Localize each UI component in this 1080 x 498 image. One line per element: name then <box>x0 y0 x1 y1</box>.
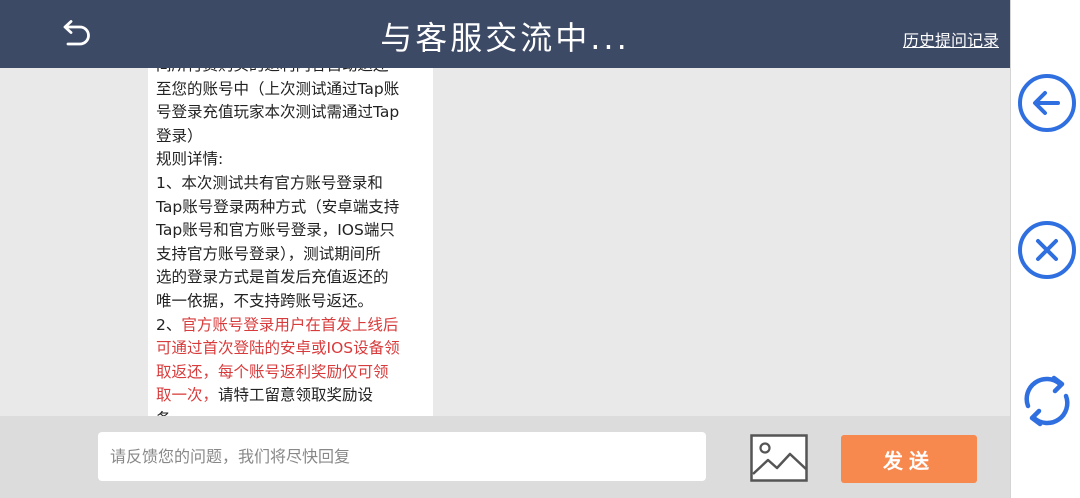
image-upload-button[interactable] <box>750 434 808 482</box>
message-line: 号登录充值玩家本次测试需通过Tap <box>156 103 400 122</box>
close-circle-icon <box>1018 221 1076 279</box>
message-line: Tap账号和官方账号登录，IOS端只 <box>156 221 395 240</box>
message-line: 唯一依据，不支持跨账号返还。 <box>156 291 374 310</box>
chat-message-list[interactable]: 间所付费购买的返利内容自动返还 至您的账号中（上次测试通过Tap账 号登录充值玩… <box>0 68 1010 416</box>
page-title: 与客服交流中... <box>380 19 630 57</box>
side-refresh-button[interactable] <box>1016 370 1078 432</box>
message-line: 至您的账号中（上次测试通过Tap账 <box>156 79 400 98</box>
side-close-button[interactable] <box>1016 219 1078 281</box>
message-text: 请特工留意领取奖励设 <box>218 386 374 405</box>
message-line: Tap账号登录两种方式（安卓端支持 <box>156 197 400 216</box>
message-line: 1、本次测试共有官方账号登录和 <box>156 173 383 192</box>
message-line: 备。 <box>156 408 425 416</box>
side-toolbar <box>1010 0 1080 498</box>
highlight-text: 取返还，每个账号返利奖励仅可领 <box>156 362 389 381</box>
highlight-text: 官方账号登录用户在首发上线后 <box>181 315 399 334</box>
feedback-input[interactable] <box>98 432 706 481</box>
history-records-link[interactable]: 历史提问记录 <box>903 30 999 52</box>
input-bar: 发送 <box>0 416 1010 498</box>
refresh-icon <box>1024 375 1070 427</box>
message-line: 2、官方账号登录用户在首发上线后 <box>156 314 425 338</box>
image-icon <box>750 434 808 482</box>
message-line: 选的登录方式是首发后充值返还的 <box>156 268 389 287</box>
chat-screen: 与客服交流中... 历史提问记录 间所付费购买的返利内容自动返还 至您的账号中（… <box>0 0 1010 498</box>
item-number: 2、 <box>156 315 182 334</box>
message-line: 登录） <box>156 126 203 145</box>
arrow-left-circle-icon <box>1018 74 1076 132</box>
send-button[interactable]: 发送 <box>841 435 977 483</box>
side-back-button[interactable] <box>1016 72 1078 134</box>
message-line: 取一次，请特工留意领取奖励设 <box>156 384 425 408</box>
highlight-text: 取一次， <box>156 386 219 405</box>
message-line: 间所付费购买的返利内容自动返还 <box>156 68 425 78</box>
header-bar: 与客服交流中... 历史提问记录 <box>0 0 1010 68</box>
message-line: 支持官方账号登录），测试期间所 <box>156 244 381 263</box>
message-line: 规则详情: <box>156 150 224 169</box>
highlight-text: 可通过首次登陆的安卓或IOS设备领 <box>156 339 400 358</box>
service-message-bubble: 间所付费购买的返利内容自动返还 至您的账号中（上次测试通过Tap账 号登录充值玩… <box>148 68 433 416</box>
